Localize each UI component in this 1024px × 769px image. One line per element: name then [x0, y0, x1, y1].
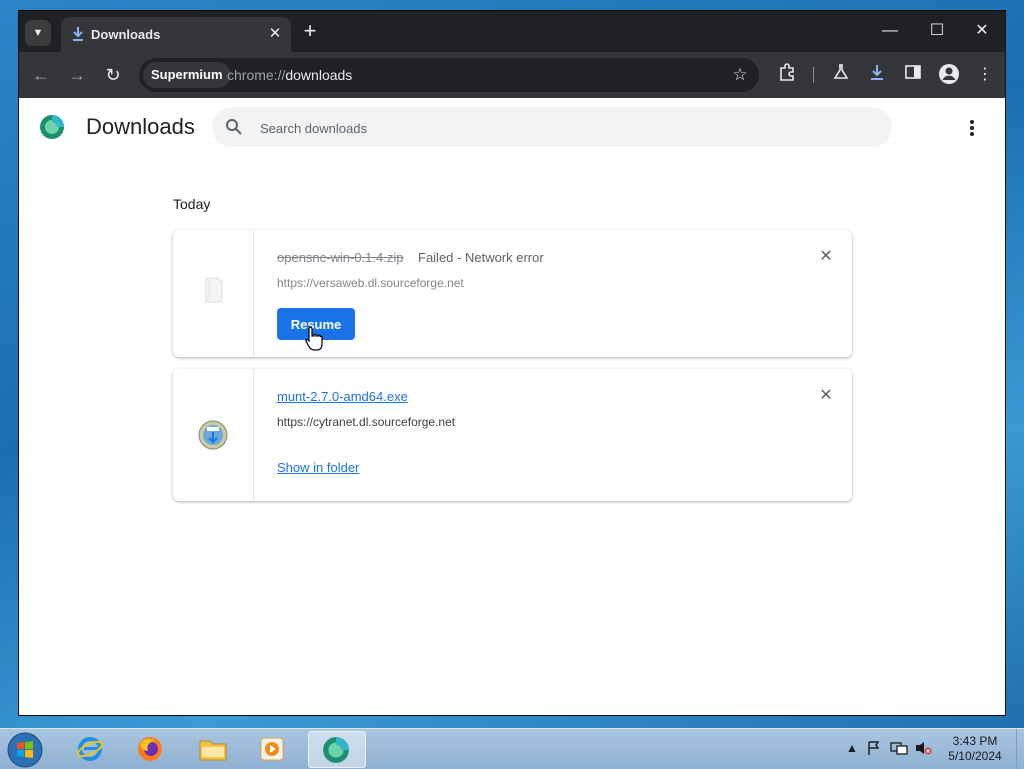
- downloads-page: Downloads Today opensnc-win-0.1.4.zip Fa…: [19, 98, 1005, 715]
- browser-window: ▼ Downloads ✕ + — ☐ ✕ ← → ↻ Supermium ch…: [18, 10, 1006, 716]
- maximize-button[interactable]: ☐: [922, 19, 952, 43]
- tab-close-icon[interactable]: ✕: [265, 24, 285, 44]
- download-item: opensnc-win-0.1.4.zip Failed - Network e…: [173, 230, 852, 357]
- system-clock[interactable]: 3:43 PM 5/10/2024: [940, 734, 1010, 764]
- media-player-icon: [260, 737, 284, 761]
- download-source-url[interactable]: https://cytranet.dl.sourceforge.net: [277, 415, 455, 429]
- download-icon: [73, 27, 83, 41]
- minimize-button[interactable]: —: [875, 19, 905, 43]
- taskbar-firefox[interactable]: [124, 731, 176, 768]
- profile-avatar-icon[interactable]: [937, 63, 961, 87]
- labs-flask-icon[interactable]: [829, 63, 853, 87]
- remove-item-close-icon[interactable]: ✕: [817, 387, 835, 405]
- firefox-icon: [138, 737, 162, 761]
- date-header: Today: [173, 196, 211, 212]
- more-actions-icon[interactable]: [963, 118, 981, 138]
- show-desktop-button[interactable]: [1016, 729, 1024, 769]
- download-source-url[interactable]: https://versaweb.dl.sourceforge.net: [277, 276, 464, 290]
- volume-muted-icon[interactable]: [914, 740, 932, 756]
- tab-title: Downloads: [91, 27, 161, 42]
- tab-downloads[interactable]: Downloads ✕: [61, 17, 291, 52]
- search-icon: [226, 119, 242, 135]
- generic-file-icon: [205, 277, 223, 303]
- taskbar-media-player[interactable]: [246, 731, 298, 768]
- installer-file-icon: [198, 420, 228, 450]
- search-downloads-box[interactable]: [212, 107, 892, 147]
- browser-chip[interactable]: Supermium: [143, 62, 231, 88]
- back-button[interactable]: ←: [29, 63, 53, 87]
- forward-button[interactable]: →: [65, 63, 89, 87]
- url-text[interactable]: chrome://downloads: [227, 67, 352, 83]
- chevron-down-icon: ▼: [32, 27, 44, 39]
- menu-kebab-icon[interactable]: ⋮: [973, 63, 997, 87]
- omnibox[interactable]: Supermium chrome://downloads ☆: [139, 58, 759, 92]
- tab-search-button[interactable]: ▼: [25, 20, 51, 46]
- network-icon[interactable]: [890, 740, 908, 756]
- tab-strip: ▼ Downloads ✕ + — ☐ ✕: [19, 11, 1005, 52]
- taskbar-supermium[interactable]: [308, 731, 366, 768]
- start-button-icon[interactable]: [6, 731, 44, 769]
- download-status: Failed - Network error: [418, 250, 544, 265]
- remove-item-close-icon[interactable]: ✕: [817, 248, 835, 266]
- side-panel-icon[interactable]: [901, 63, 925, 87]
- supermium-icon: [323, 737, 349, 763]
- page-title: Downloads: [86, 114, 195, 139]
- show-hidden-icons-icon[interactable]: ▲: [846, 741, 858, 755]
- url-scheme: chrome://: [227, 67, 286, 83]
- bookmark-star-icon[interactable]: ☆: [729, 64, 751, 86]
- download-icon[interactable]: [865, 63, 889, 87]
- extensions-icon[interactable]: [775, 63, 799, 87]
- taskbar-file-explorer[interactable]: [186, 731, 238, 768]
- download-icon-column: [173, 369, 254, 501]
- clock-time: 3:43 PM: [952, 734, 998, 748]
- download-item: munt-2.7.0-amd64.exe https://cytranet.dl…: [173, 369, 852, 501]
- reload-button[interactable]: ↻: [101, 63, 125, 87]
- browser-toolbar: ← → ↻ Supermium chrome://downloads ☆ ⋮: [19, 52, 1005, 98]
- close-window-button[interactable]: ✕: [967, 19, 997, 43]
- download-file-name: opensnc-win-0.1.4.zip: [277, 250, 404, 265]
- internet-explorer-icon: [77, 737, 103, 761]
- toolbar-divider: [813, 67, 814, 83]
- supermium-logo-icon: [40, 115, 64, 139]
- search-input[interactable]: [258, 117, 862, 139]
- show-in-folder-link[interactable]: Show in folder: [277, 460, 359, 475]
- download-file-name-link[interactable]: munt-2.7.0-amd64.exe: [277, 389, 408, 404]
- url-path: downloads: [285, 67, 353, 83]
- download-icon-column: [173, 230, 254, 357]
- action-center-flag-icon[interactable]: [866, 740, 882, 756]
- clock-date: 5/10/2024: [948, 749, 1002, 763]
- taskbar: ▲ 3:43 PM 5/10/2024: [0, 728, 1024, 769]
- folder-icon: [199, 740, 227, 761]
- hand-pointer-cursor-icon: [305, 326, 323, 351]
- taskbar-internet-explorer[interactable]: [64, 731, 116, 768]
- new-tab-button[interactable]: +: [299, 20, 321, 43]
